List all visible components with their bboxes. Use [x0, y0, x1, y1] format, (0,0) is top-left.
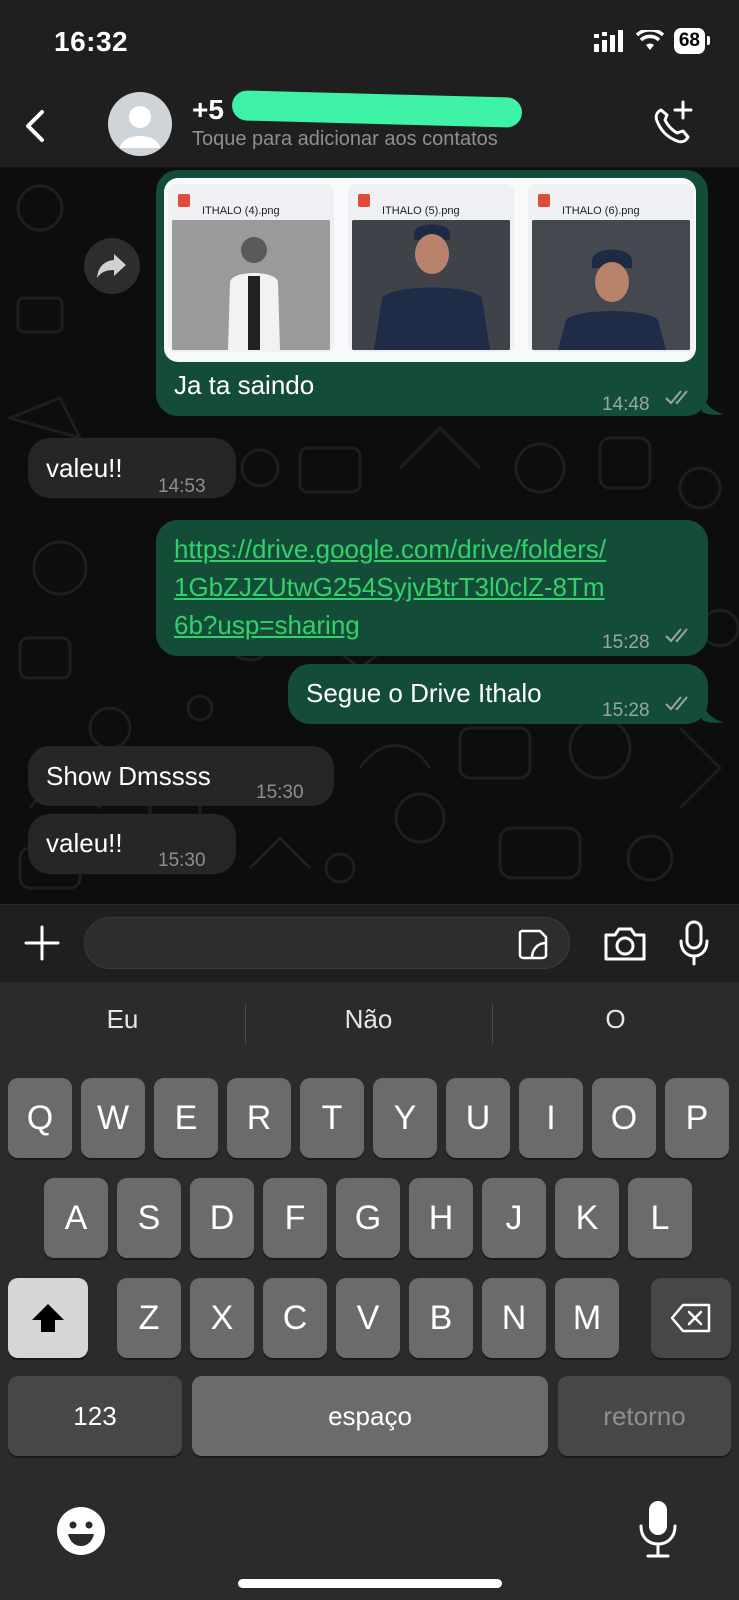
key[interactable]: M: [555, 1278, 619, 1358]
emoji-icon[interactable]: [54, 1504, 108, 1558]
message-time: 14:53: [158, 476, 206, 497]
key[interactable]: P: [665, 1078, 729, 1158]
key[interactable]: R: [227, 1078, 291, 1158]
battery-indicator: 68: [673, 28, 711, 54]
double-check-icon: [665, 390, 688, 405]
backspace-key[interactable]: [651, 1278, 731, 1358]
add-call-icon[interactable]: [647, 98, 697, 148]
key[interactable]: K: [555, 1178, 619, 1258]
key[interactable]: D: [190, 1178, 254, 1258]
home-indicator[interactable]: [238, 1579, 502, 1588]
suggestion[interactable]: Eu: [0, 982, 245, 1056]
key[interactable]: V: [336, 1278, 400, 1358]
file-attachment[interactable]: ITHALO (5).png: [348, 184, 514, 352]
key[interactable]: B: [409, 1278, 473, 1358]
suggestion[interactable]: O: [493, 982, 738, 1056]
message-text: valeu!!: [46, 828, 123, 858]
message-text: Show Dmssss: [46, 761, 211, 791]
chat-area[interactable]: ITHALO (4).png ITHALO (5).png ITHALO (6)…: [0, 168, 739, 904]
key[interactable]: N: [482, 1278, 546, 1358]
message-incoming[interactable]: valeu!! 14:53: [28, 438, 236, 498]
message-time: 15:30: [256, 782, 304, 803]
message-time: 15:30: [158, 850, 206, 871]
bubble-tail: [702, 702, 724, 723]
message-outgoing[interactable]: Segue o Drive Ithalo 15:28: [288, 664, 708, 724]
key[interactable]: E: [154, 1078, 218, 1158]
return-key[interactable]: retorno: [558, 1376, 731, 1456]
shift-key[interactable]: [8, 1278, 88, 1358]
numbers-key[interactable]: 123: [8, 1376, 182, 1456]
backspace-icon: [670, 1303, 711, 1333]
key[interactable]: G: [336, 1178, 400, 1258]
image-file-icon: [538, 194, 550, 207]
space-key[interactable]: espaço: [192, 1376, 548, 1456]
forward-button[interactable]: [84, 238, 140, 294]
message-outgoing[interactable]: ITHALO (4).png ITHALO (5).png ITHALO (6)…: [156, 170, 708, 416]
message-text: valeu!!: [46, 453, 123, 483]
shift-icon: [32, 1304, 64, 1332]
photo-thumbnail: [532, 220, 690, 350]
double-check-icon: [665, 628, 688, 643]
forward-icon: [97, 254, 126, 278]
key[interactable]: H: [409, 1178, 473, 1258]
photo-thumbnail: [172, 220, 330, 350]
wifi-icon: [635, 30, 664, 50]
back-icon[interactable]: [18, 104, 54, 148]
message-time: 15:28: [602, 632, 650, 653]
key[interactable]: L: [628, 1178, 692, 1258]
key[interactable]: I: [519, 1078, 583, 1158]
link-line: https://drive.google.com/drive/folders/: [174, 534, 607, 564]
key[interactable]: F: [263, 1178, 327, 1258]
message-incoming[interactable]: valeu!! 15:30: [28, 814, 236, 874]
message-text: Segue o Drive Ithalo: [306, 678, 542, 708]
key[interactable]: S: [117, 1178, 181, 1258]
status-icons: 68: [593, 28, 711, 54]
mic-icon[interactable]: [676, 919, 712, 967]
chat-header: +5 Toque para adicionar aos contatos: [0, 88, 739, 168]
suggestion-bar: Eu Não O: [0, 982, 739, 1056]
message-composer: [0, 904, 739, 982]
key[interactable]: Z: [117, 1278, 181, 1358]
key[interactable]: Y: [373, 1078, 437, 1158]
key[interactable]: T: [300, 1078, 364, 1158]
key[interactable]: Q: [8, 1078, 72, 1158]
image-file-icon: [358, 194, 370, 207]
signal-icon: [593, 30, 623, 52]
sticker-icon[interactable]: [516, 927, 550, 961]
message-outgoing[interactable]: https://drive.google.com/drive/folders/ …: [156, 520, 708, 656]
photo-thumbnail: [352, 220, 510, 350]
status-time: 16:32: [54, 26, 129, 57]
key[interactable]: A: [44, 1178, 108, 1258]
contact-subtitle[interactable]: Toque para adicionar aos contatos: [192, 128, 498, 151]
key[interactable]: C: [263, 1278, 327, 1358]
key[interactable]: W: [81, 1078, 145, 1158]
double-check-icon: [665, 696, 688, 711]
keyboard: Eu Não O Q W E R T Y U I O P A S D F G H…: [0, 982, 739, 1600]
key[interactable]: J: [482, 1178, 546, 1258]
message-time: 15:28: [602, 700, 650, 721]
dictation-icon[interactable]: [636, 1498, 680, 1560]
attachments-grid: ITHALO (4).png ITHALO (5).png ITHALO (6)…: [164, 178, 696, 362]
message-incoming[interactable]: Show Dmssss 15:30: [28, 746, 334, 806]
message-time: 14:48: [602, 394, 650, 415]
redaction-mark: [231, 90, 523, 128]
link-line: 1GbZJZUtwG254SyjvBtrT3l0clZ-8Tm: [174, 572, 605, 602]
message-text: Ja ta saindo: [174, 370, 315, 400]
key[interactable]: O: [592, 1078, 656, 1158]
plus-icon[interactable]: [22, 923, 62, 963]
avatar-icon[interactable]: [108, 92, 172, 156]
suggestion[interactable]: Não: [246, 982, 491, 1056]
key[interactable]: U: [446, 1078, 510, 1158]
file-attachment[interactable]: ITHALO (6).png: [528, 184, 694, 352]
message-input[interactable]: [84, 917, 570, 969]
camera-icon[interactable]: [602, 923, 648, 965]
file-attachment[interactable]: ITHALO (4).png: [168, 184, 334, 352]
status-bar: 16:32 68: [0, 0, 739, 88]
key[interactable]: X: [190, 1278, 254, 1358]
contact-name[interactable]: +5: [192, 94, 224, 126]
bubble-tail: [702, 394, 724, 415]
image-file-icon: [178, 194, 190, 207]
